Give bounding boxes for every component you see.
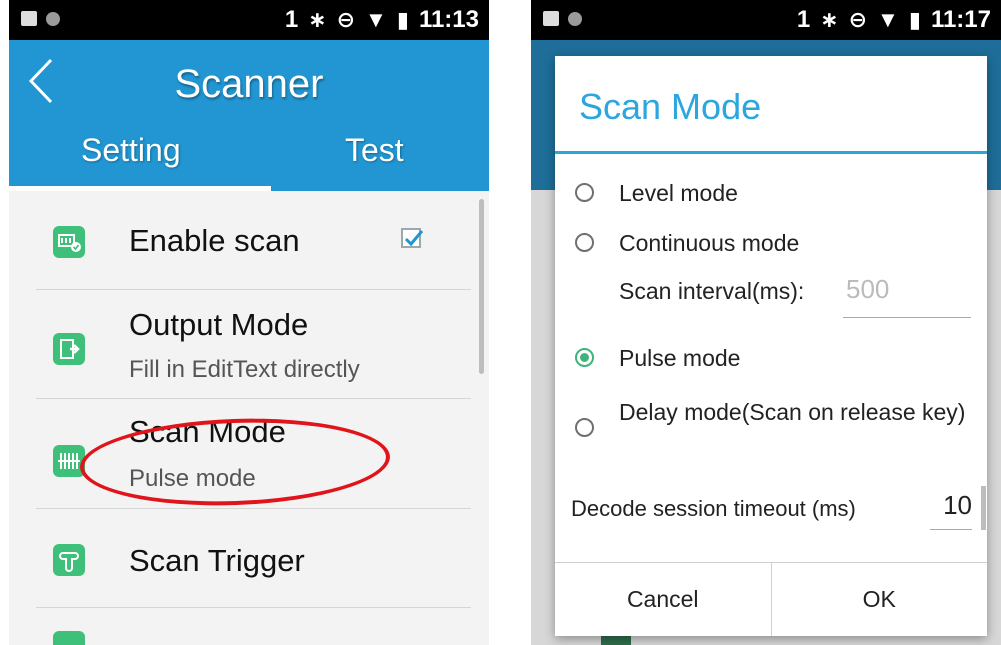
enable-scan-checkbox[interactable]	[401, 228, 424, 248]
ok-button[interactable]: OK	[771, 563, 987, 636]
setting-subtitle: Pulse mode	[129, 465, 256, 492]
dialog-divider	[555, 151, 987, 154]
scan-mode-dialog-screen: 1 ∗ ⊖ ▼ ▮ 11:17 Scan Mode Level mode Con…	[531, 0, 1001, 645]
tab-setting[interactable]: Setting	[81, 132, 181, 169]
scan-mode-icon	[53, 445, 85, 477]
level-mode-radio[interactable]	[575, 183, 594, 202]
setting-scan-trigger[interactable]: Scan Trigger	[36, 510, 471, 608]
battery-icon: ▮	[396, 7, 409, 32]
clock: 11:13	[418, 6, 479, 33]
clock: 11:17	[930, 6, 991, 33]
wifi-icon: ▼	[365, 7, 387, 32]
setting-title: Scan Trigger	[129, 543, 305, 578]
continuous-mode-label[interactable]: Continuous mode	[619, 229, 799, 257]
bluetooth-icon: ∗	[308, 7, 327, 32]
setting-enable-scan[interactable]: Enable scan	[36, 191, 471, 290]
do-not-disturb-icon: ⊖	[336, 7, 356, 32]
status-bar: 1 ∗ ⊖ ▼ ▮ 11:13	[9, 0, 489, 40]
delay-mode-radio[interactable]	[575, 418, 594, 437]
cancel-button[interactable]: Cancel	[555, 563, 772, 636]
setting-title: Output Mode	[129, 307, 309, 342]
scan-interval-label: Scan interval(ms):	[619, 278, 805, 304]
barcode-check-icon	[53, 226, 85, 258]
dialog-title: Scan Mode	[579, 86, 762, 127]
battery-icon: ▮	[908, 7, 921, 32]
dialog-scrollbar[interactable]	[981, 486, 986, 530]
decode-timeout-input[interactable]: 10	[930, 490, 972, 530]
page-title: Scanner	[174, 62, 324, 106]
wifi-icon: ▼	[877, 7, 899, 32]
setting-title: Enable scan	[129, 223, 300, 258]
scrollbar[interactable]	[479, 199, 484, 374]
status-bar: 1 ∗ ⊖ ▼ ▮ 11:17	[531, 0, 1001, 40]
do-not-disturb-icon: ⊖	[848, 7, 868, 32]
export-icon	[53, 333, 85, 365]
scan-interval-input[interactable]: 500	[843, 274, 971, 318]
decode-timeout-label: Decode session timeout (ms)	[571, 496, 856, 521]
setting-output-mode[interactable]: Output Mode Fill in EditText directly	[36, 291, 471, 399]
delay-mode-label[interactable]: Delay mode(Scan on release key)	[619, 398, 969, 426]
setting-title: Scan Mode	[129, 414, 286, 449]
sim-indicator: 1	[796, 6, 811, 33]
continuous-mode-radio[interactable]	[575, 233, 594, 252]
setting-subtitle: Fill in EditText directly	[129, 356, 360, 383]
gallery-notification-icon	[21, 11, 37, 26]
trigger-icon	[53, 544, 85, 576]
setting-scan-mode[interactable]: Scan Mode Pulse mode	[36, 400, 471, 509]
tab-test[interactable]: Test	[345, 132, 404, 169]
scan-mode-dialog: Scan Mode Level mode Continuous mode Sca…	[555, 56, 987, 636]
level-mode-label[interactable]: Level mode	[619, 179, 738, 207]
gallery-notification-icon	[543, 11, 559, 26]
next-setting-icon	[53, 631, 85, 645]
notification-dot-icon	[568, 11, 582, 26]
bluetooth-icon: ∗	[820, 7, 839, 32]
sim-indicator: 1	[284, 6, 299, 33]
settings-list: Enable scan Output Mode Fill in EditText…	[9, 191, 489, 645]
dialog-actions: Cancel OK	[555, 562, 987, 636]
notification-dot-icon	[46, 11, 60, 26]
pulse-mode-label[interactable]: Pulse mode	[619, 344, 740, 372]
app-bar: Scanner Setting Test	[9, 40, 489, 191]
pulse-mode-radio[interactable]	[575, 348, 594, 367]
scanner-settings-screen: 1 ∗ ⊖ ▼ ▮ 11:13 Scanner Setting Test Ena…	[9, 0, 489, 645]
